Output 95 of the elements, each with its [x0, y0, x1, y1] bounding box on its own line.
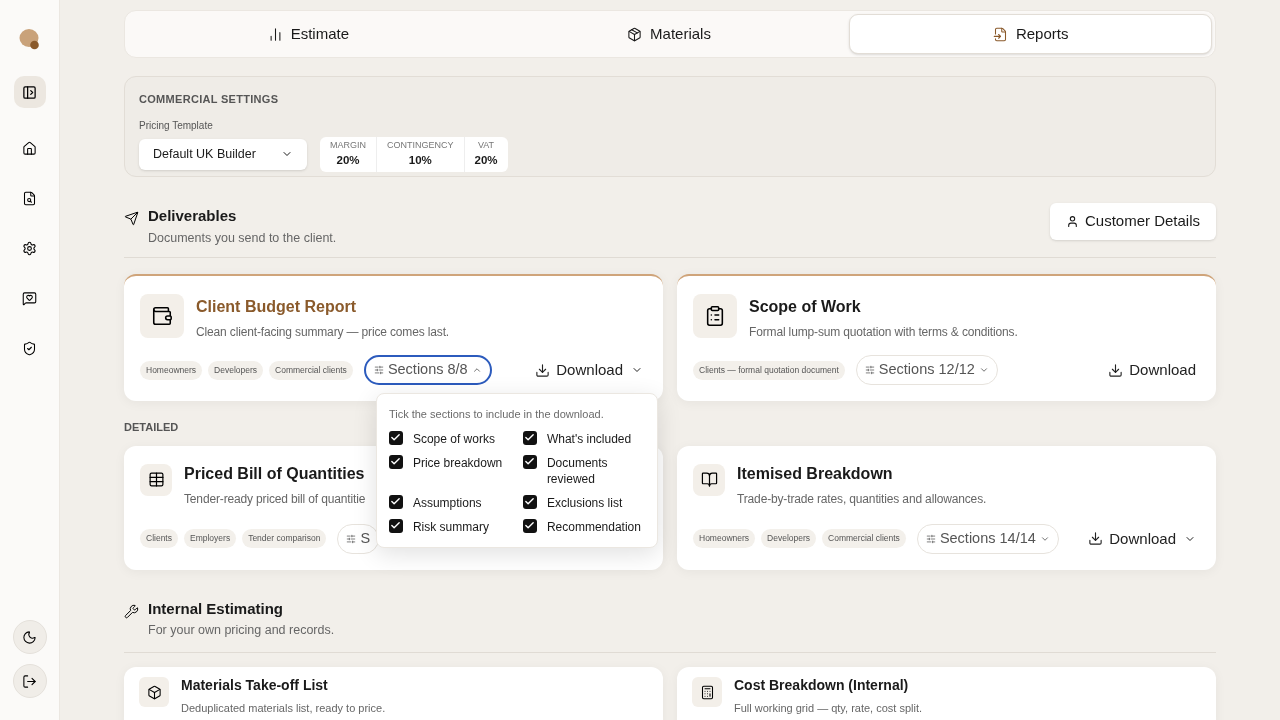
audience-tag: Employers [184, 529, 237, 549]
audience-tag: Tender comparison [242, 529, 327, 549]
template-select[interactable]: Default UK Builder [139, 138, 307, 170]
popover-hint: Tick the sections to include in the download. [388, 407, 605, 423]
send-icon [124, 211, 139, 226]
panel-title: COMMERCIAL SETTINGS [139, 92, 280, 107]
bar-chart-icon [267, 26, 283, 42]
rate-label: VAT [477, 138, 495, 152]
section-option[interactable]: What's included [522, 430, 645, 447]
logo-icon [18, 28, 41, 52]
home-icon [22, 140, 37, 156]
checkbox[interactable] [522, 518, 537, 533]
checkbox[interactable] [522, 494, 537, 509]
panel-icon [22, 84, 37, 100]
shield-icon [22, 340, 37, 356]
audience-tag: Commercial clients [822, 529, 906, 549]
card-title: Client Budget Report [196, 297, 357, 318]
settings-icon [22, 240, 37, 256]
checkbox[interactable] [388, 494, 403, 509]
tab[interactable]: Estimate [128, 14, 489, 54]
section-option[interactable]: Risk summary [388, 518, 519, 535]
logout-icon [22, 673, 37, 689]
download-icon [535, 362, 551, 378]
sidebar-button[interactable] [12, 620, 47, 654]
section-title: Internal Estimating [148, 598, 285, 619]
wallet-icon [151, 305, 173, 328]
download-button[interactable]: Download [531, 355, 647, 386]
rate-value: 10% [408, 153, 432, 169]
sections-button[interactable]: Sections 12/12 [855, 355, 998, 386]
section-title: Deliverables [148, 206, 238, 226]
sliders-icon [864, 365, 875, 376]
sections-button[interactable]: S [337, 523, 380, 554]
expand-sidebar-button[interactable] [13, 76, 46, 108]
section-option[interactable]: Price breakdown [388, 454, 519, 471]
moon-icon [22, 629, 37, 645]
card-description: Trade-by-trade rates, quantities and allowances. [737, 490, 987, 508]
card-title: Cost Breakdown (Internal) [734, 676, 910, 695]
book-icon [700, 471, 718, 489]
section-option[interactable]: Scope of works [388, 430, 519, 447]
user-icon [1065, 215, 1079, 228]
table-icon [147, 471, 165, 489]
audience-tag: Homeowners [140, 360, 203, 380]
download-button[interactable]: Download [1084, 523, 1200, 554]
audience-tag: Clients [140, 529, 178, 549]
sliders-icon [925, 533, 936, 544]
checkbox[interactable] [388, 454, 403, 469]
section-subtitle: For your own pricing and records. [148, 622, 335, 640]
checkbox[interactable] [388, 518, 403, 533]
package-icon [627, 26, 643, 42]
wrench-icon [124, 603, 139, 619]
sidebar-button[interactable] [12, 664, 47, 698]
rate-label: MARGIN [330, 138, 366, 152]
card-title: Materials Take-off List [181, 676, 329, 695]
clipboard-icon [704, 305, 726, 328]
checkbox[interactable] [522, 430, 537, 445]
sliders-icon [373, 365, 384, 376]
section-subtitle: Documents you send to the client. [148, 229, 337, 247]
checkbox[interactable] [522, 454, 537, 469]
card-title: Priced Bill of Quantities [184, 463, 366, 484]
sections-button[interactable]: Sections 8/8 [363, 355, 492, 386]
rate-value: 20% [474, 153, 498, 169]
card-description: Formal lump-sum quotation with terms & conditions. [749, 324, 1018, 342]
section-option[interactable]: Documents reviewed [522, 454, 645, 487]
tab[interactable]: Materials [488, 14, 850, 54]
card-description: Tender-ready priced bill of quantitie [184, 490, 366, 508]
customer-details-button[interactable]: Customer Details [1049, 203, 1216, 240]
audience-tag: Clients — formal quotation document [693, 360, 845, 380]
rate-value: 20% [336, 153, 360, 169]
section-option[interactable]: Recommendation [522, 518, 645, 535]
file-icon [992, 26, 1008, 42]
card-description: Deduplicated materials list, ready to price. [181, 701, 386, 716]
field-label: Pricing Template [139, 118, 214, 133]
audience-tag: Commercial clients [269, 360, 353, 380]
box-icon [146, 684, 162, 700]
audience-tag: Developers [208, 360, 264, 380]
download-button[interactable]: Download [1104, 355, 1200, 386]
card-description: Clean client-facing summary — price comes last. [196, 324, 450, 342]
card-title: Scope of Work [749, 297, 862, 318]
audience-tag: Homeowners [693, 529, 756, 549]
card-title: Itemised Breakdown [737, 463, 894, 484]
card-description: Full working grid — qty, rate, cost split. [734, 701, 923, 716]
checkbox[interactable] [388, 430, 403, 445]
sliders-icon [346, 533, 357, 544]
chat-icon [22, 290, 37, 306]
group-label: DETAILED [124, 420, 179, 436]
download-icon [1088, 531, 1104, 547]
file-search-icon [22, 190, 37, 206]
download-icon [1108, 362, 1124, 378]
audience-tag: Developers [761, 529, 817, 549]
section-option[interactable]: Exclusions list [522, 494, 645, 511]
calculator-icon [699, 684, 715, 700]
sections-button[interactable]: Sections 14/14 [916, 523, 1059, 554]
rate-label: CONTINGENCY [387, 138, 454, 152]
section-option[interactable]: Assumptions [388, 494, 519, 511]
tab[interactable]: Reports [849, 14, 1212, 54]
